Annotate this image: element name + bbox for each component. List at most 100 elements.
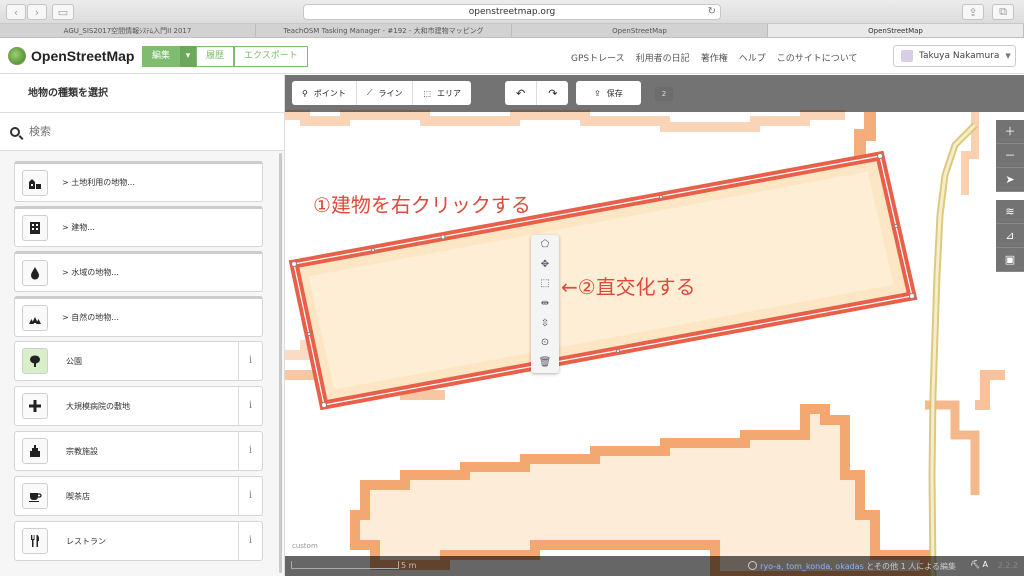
sidebar-scrollbar[interactable]: [279, 153, 282, 573]
landuse-icon: [22, 169, 48, 196]
reload-icon[interactable]: ↻: [708, 5, 716, 19]
edit-button[interactable]: 編集: [142, 46, 181, 67]
secondary-nav: GPSトレース 利用者の日記 著作権 ヘルプ このサイトについて: [571, 51, 857, 64]
religious-icon: [22, 438, 48, 464]
background-layers-button[interactable]: ≋: [996, 200, 1024, 224]
map-footer: 5 m ryo-a, tom_konda, okadas とその他 1 人による…: [285, 556, 1024, 576]
circularize-icon[interactable]: ⬠: [531, 235, 559, 255]
save-label: 保存: [606, 88, 623, 98]
nav-about[interactable]: このサイトについて: [777, 51, 858, 64]
disconnect-icon[interactable]: ⊙: [531, 333, 559, 353]
info-button[interactable]: i: [238, 522, 262, 560]
background-label: custom: [292, 542, 318, 550]
contributor-links[interactable]: ryo-a, tom_konda, okadas: [760, 562, 864, 571]
language-button[interactable]: ⛏ A: [970, 560, 988, 569]
location-arrow-icon: ➤: [1005, 173, 1015, 186]
hospital-icon: [22, 393, 48, 419]
translate-icon: ⛏: [969, 560, 980, 569]
preset-restaurant[interactable]: レストラン i: [14, 521, 263, 561]
issues-button[interactable]: ▣: [996, 248, 1024, 272]
map-data-icon: ⊿: [1005, 229, 1015, 242]
map-features: [285, 110, 1005, 576]
contributors-attribution: ryo-a, tom_konda, okadas とその他 1 人による編集: [748, 561, 956, 572]
move-icon[interactable]: ✥: [531, 255, 559, 275]
undo-redo-group: ↶ ↷: [505, 81, 569, 105]
sidebar-toggle-button[interactable]: ▭: [52, 4, 74, 20]
preset-hospital-grounds[interactable]: 大規模病院の敷地 i: [14, 386, 263, 426]
edit-dropdown-button[interactable]: ▾: [180, 46, 197, 67]
zoom-out-button[interactable]: －: [996, 144, 1024, 168]
preset-park[interactable]: 公園 i: [14, 341, 263, 381]
search-input[interactable]: [29, 125, 249, 138]
add-area-button[interactable]: ⬚ エリア: [413, 81, 471, 105]
preset-cafe[interactable]: 喫茶店 i: [14, 476, 263, 516]
line-icon: ⟋: [366, 88, 373, 97]
info-button[interactable]: i: [238, 432, 262, 470]
category-water[interactable]: > 水域の地物...: [14, 251, 263, 292]
annotation-orthogonalize: ←②直交化する: [561, 275, 696, 299]
add-line-button[interactable]: ⟋ ライン: [357, 81, 414, 105]
sidebar-title: 地物の種類を選択: [0, 75, 284, 113]
browser-tab[interactable]: OpenStreetMap: [512, 24, 768, 37]
export-button[interactable]: エクスポート: [234, 46, 308, 67]
save-button[interactable]: ⇪ 保存: [576, 81, 641, 105]
nav-user-diaries[interactable]: 利用者の日記: [636, 51, 690, 64]
address-bar[interactable]: openstreetmap.org ↻: [303, 4, 721, 20]
nav-copyright[interactable]: 著作権: [701, 51, 728, 64]
search-icon: [10, 126, 20, 137]
history-button[interactable]: 履歴: [196, 46, 235, 67]
tabs-overview-button[interactable]: ⧉: [992, 4, 1014, 20]
url-text: openstreetmap.org: [468, 7, 556, 17]
user-menu[interactable]: Takuya Nakamura ▼: [893, 45, 1016, 67]
info-button[interactable]: i: [238, 387, 262, 425]
preset-sidebar: 地物の種類を選択 > 土地利用の地物... > 建物... > 水域の地物...: [0, 75, 285, 576]
area-label: エリア: [437, 88, 462, 98]
undo-button[interactable]: ↶: [505, 81, 538, 105]
avatar: [901, 50, 913, 62]
browser-tab-active[interactable]: OpenStreetMap: [768, 24, 1024, 37]
edit-menu: ⬠ ✥ ⬚ ⇹ ⇳ ⊙ 🗑: [531, 235, 559, 373]
reflect-long-icon[interactable]: ⇹: [531, 294, 559, 314]
map-data-button[interactable]: ⊿: [996, 224, 1024, 248]
forward-button[interactable]: ›: [27, 4, 47, 20]
brand-title[interactable]: OpenStreetMap: [31, 48, 134, 64]
geolocate-button[interactable]: ➤: [996, 168, 1024, 192]
layers-icon: ≋: [1005, 205, 1015, 218]
category-landuse[interactable]: > 土地利用の地物...: [14, 161, 263, 202]
tab-bar: AGU_SIS2017空間情報ｼｽﾃﾑ入門II 2017 TeachOSM Ta…: [0, 24, 1024, 38]
info-button[interactable]: i: [238, 342, 262, 380]
reflect-short-icon[interactable]: ⇳: [531, 314, 559, 334]
redo-icon: ↷: [548, 86, 558, 100]
zoom-in-button[interactable]: ＋: [996, 120, 1024, 144]
redo-button[interactable]: ↷: [537, 81, 568, 105]
share-button[interactable]: ⇪: [962, 4, 984, 20]
cafe-icon: [22, 483, 48, 509]
undo-icon: ↶: [516, 86, 526, 100]
orthogonalize-icon[interactable]: ⬚: [531, 274, 559, 294]
nav-help[interactable]: ヘルプ: [739, 51, 766, 64]
category-building[interactable]: > 建物...: [14, 206, 263, 247]
browser-tab[interactable]: AGU_SIS2017空間情報ｼｽﾃﾑ入門II 2017: [0, 24, 256, 37]
category-label: > 自然の地物...: [62, 313, 119, 322]
edit-button-group: 編集 ▾ 履歴 エクスポート: [142, 46, 308, 67]
tree-icon: [22, 348, 48, 374]
preset-list: > 土地利用の地物... > 建物... > 水域の地物... > 自然の地物.…: [14, 161, 263, 566]
preset-label: 宗教施設: [66, 446, 98, 456]
osm-logo-icon[interactable]: [8, 47, 26, 65]
delete-icon[interactable]: 🗑: [531, 353, 559, 373]
browser-tab[interactable]: TeachOSM Tasking Manager - #192 - 大和市建物マ…: [256, 24, 512, 37]
scale-bar[interactable]: [291, 561, 399, 569]
point-icon: ⚲: [302, 88, 308, 98]
nav-gps-traces[interactable]: GPSトレース: [571, 51, 625, 64]
area-icon: ⬚: [423, 88, 432, 98]
preset-place-of-worship[interactable]: 宗教施設 i: [14, 431, 263, 471]
annotation-right-click: ①建物を右クリックする: [313, 193, 531, 217]
add-point-button[interactable]: ⚲ ポイント: [292, 81, 357, 105]
back-button[interactable]: ‹: [6, 4, 26, 20]
map-canvas[interactable]: ①建物を右クリックする ←②直交化する ⬠ ✥ ⬚ ⇹ ⇳ ⊙ 🗑 ⚲ ポイント …: [285, 75, 1024, 576]
info-button[interactable]: i: [238, 477, 262, 515]
language-label: A: [982, 560, 988, 569]
line-label: ライン: [378, 88, 403, 98]
category-nature[interactable]: > 自然の地物...: [14, 296, 263, 337]
osm-header: OpenStreetMap 編集 ▾ 履歴 エクスポート GPSトレース 利用者…: [0, 39, 1024, 74]
